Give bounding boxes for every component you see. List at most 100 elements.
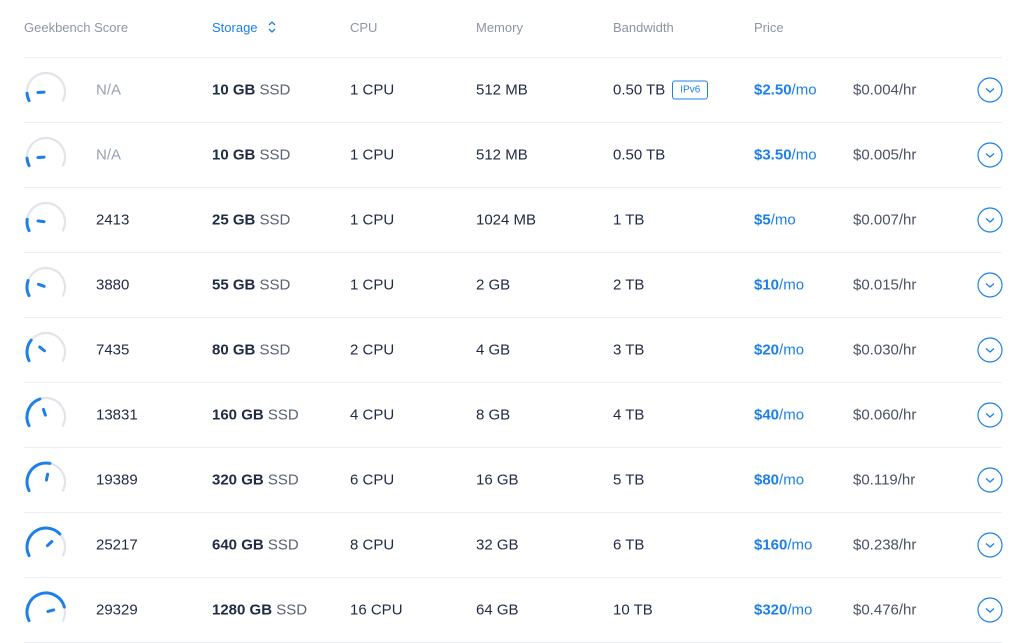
bandwidth-amount: 2 TB (613, 277, 644, 294)
bandwidth-value: 10 TB (613, 602, 653, 619)
storage-type: SSD (268, 472, 299, 489)
bandwidth-value: 4 TB (613, 407, 644, 424)
price-amount: $20 (754, 342, 779, 359)
geekbench-gauge-icon (24, 393, 68, 437)
expand-chevron-icon[interactable] (977, 207, 1003, 233)
column-price[interactable]: Price (754, 20, 784, 35)
price-unit: /mo (787, 602, 812, 619)
cpu-value: 1 CPU (350, 147, 394, 164)
price-unit: /mo (779, 277, 804, 294)
expand-chevron-icon[interactable] (977, 142, 1003, 168)
column-geekbench[interactable]: Geekbench Score (24, 20, 128, 35)
cpu-value: 16 CPU (350, 602, 403, 619)
storage-type: SSD (260, 147, 291, 164)
bandwidth-value: 6 TB (613, 537, 644, 554)
storage-amount: 25 GB (212, 212, 255, 229)
memory-value: 64 GB (476, 602, 519, 619)
geekbench-score: N/A (96, 82, 121, 99)
bandwidth-value: 2 TB (613, 277, 644, 294)
storage-type: SSD (260, 82, 291, 99)
expand-chevron-icon[interactable] (977, 532, 1003, 558)
expand-chevron-icon[interactable] (977, 337, 1003, 363)
geekbench-gauge-icon (24, 198, 68, 242)
table-row[interactable]: N/A 10 GB SSD 1 CPU 512 MB 0.50 TB $3.50… (24, 123, 1002, 188)
expand-chevron-icon[interactable] (977, 402, 1003, 428)
monthly-price: $80/mo (754, 472, 804, 489)
bandwidth-value: 5 TB (613, 472, 644, 489)
cpu-value: 1 CPU (350, 82, 394, 99)
table-row[interactable]: 19389 320 GB SSD 6 CPU 16 GB 5 TB $80/mo… (24, 448, 1002, 513)
monthly-price: $20/mo (754, 342, 804, 359)
geekbench-score: 19389 (96, 472, 138, 489)
column-bandwidth[interactable]: Bandwidth (613, 20, 674, 35)
bandwidth-value: 1 TB (613, 212, 644, 229)
expand-chevron-icon[interactable] (977, 597, 1003, 623)
geekbench-score: N/A (96, 147, 121, 164)
price-unit: /mo (771, 212, 796, 229)
hourly-price: $0.030/hr (853, 342, 916, 359)
bandwidth-value: 3 TB (613, 342, 644, 359)
geekbench-gauge-icon (24, 263, 68, 307)
memory-value: 1024 MB (476, 212, 536, 229)
table-row[interactable]: 2413 25 GB SSD 1 CPU 1024 MB 1 TB $5/mo … (24, 188, 1002, 253)
ipv6-badge: IPv6 (672, 81, 708, 100)
storage-value: 640 GB SSD (212, 537, 299, 554)
expand-chevron-icon[interactable] (977, 77, 1003, 103)
storage-amount: 320 GB (212, 472, 264, 489)
geekbench-score: 2413 (96, 212, 129, 229)
price-amount: $5 (754, 212, 771, 229)
monthly-price: $5/mo (754, 212, 796, 229)
storage-value: 80 GB SSD (212, 342, 290, 359)
price-amount: $10 (754, 277, 779, 294)
storage-amount: 640 GB (212, 537, 264, 554)
storage-type: SSD (260, 212, 291, 229)
price-unit: /mo (779, 407, 804, 424)
price-amount: $40 (754, 407, 779, 424)
price-amount: $160 (754, 537, 787, 554)
column-storage-label: Storage (212, 20, 258, 35)
memory-value: 8 GB (476, 407, 510, 424)
bandwidth-amount: 1 TB (613, 212, 644, 229)
memory-value: 32 GB (476, 537, 519, 554)
storage-value: 10 GB SSD (212, 147, 290, 164)
price-unit: /mo (792, 82, 817, 99)
memory-value: 16 GB (476, 472, 519, 489)
column-cpu[interactable]: CPU (350, 20, 377, 35)
price-unit: /mo (787, 537, 812, 554)
storage-amount: 55 GB (212, 277, 255, 294)
memory-value: 2 GB (476, 277, 510, 294)
table-row[interactable]: 25217 640 GB SSD 8 CPU 32 GB 6 TB $160/m… (24, 513, 1002, 578)
table-row[interactable]: N/A 10 GB SSD 1 CPU 512 MB 0.50 TBIPv6 $… (24, 58, 1002, 123)
table-row[interactable]: 13831 160 GB SSD 4 CPU 8 GB 4 TB $40/mo … (24, 383, 1002, 448)
hourly-price: $0.005/hr (853, 147, 916, 164)
sort-icon[interactable] (266, 20, 278, 34)
geekbench-gauge-icon (24, 458, 68, 502)
expand-chevron-icon[interactable] (977, 272, 1003, 298)
storage-value: 160 GB SSD (212, 407, 299, 424)
cpu-value: 4 CPU (350, 407, 394, 424)
table-body: N/A 10 GB SSD 1 CPU 512 MB 0.50 TB IPv6 $… (0, 58, 1024, 643)
table-row[interactable]: 3880 55 GB SSD 1 CPU 2 GB 2 TB $10/mo $0… (24, 253, 1002, 318)
memory-value: 512 MB (476, 147, 528, 164)
table-row[interactable]: 7435 80 GB SSD 2 CPU 4 GB 3 TB $20/mo $0… (24, 318, 1002, 383)
cpu-value: 8 CPU (350, 537, 394, 554)
hourly-price: $0.007/hr (853, 212, 916, 229)
price-amount: $2.50 (754, 82, 792, 99)
hourly-price: $0.119/hr (853, 472, 915, 489)
price-unit: /mo (792, 147, 817, 164)
column-storage[interactable]: Storage (212, 20, 278, 35)
storage-type: SSD (276, 602, 307, 619)
table-row[interactable]: 29329 1280 GB SSD 16 CPU 64 GB 10 TB $32… (24, 578, 1002, 643)
bandwidth-value: 0.50 TB (613, 147, 665, 164)
geekbench-score: 29329 (96, 602, 138, 619)
monthly-price: $320/mo (754, 602, 812, 619)
memory-value: 512 MB (476, 82, 528, 99)
column-memory[interactable]: Memory (476, 20, 523, 35)
storage-value: 10 GB SSD (212, 82, 290, 99)
price-amount: $80 (754, 472, 779, 489)
expand-chevron-icon[interactable] (977, 467, 1003, 493)
storage-amount: 10 GB (212, 147, 255, 164)
storage-value: 55 GB SSD (212, 277, 290, 294)
storage-amount: 1280 GB (212, 602, 272, 619)
bandwidth-amount: 10 TB (613, 602, 653, 619)
